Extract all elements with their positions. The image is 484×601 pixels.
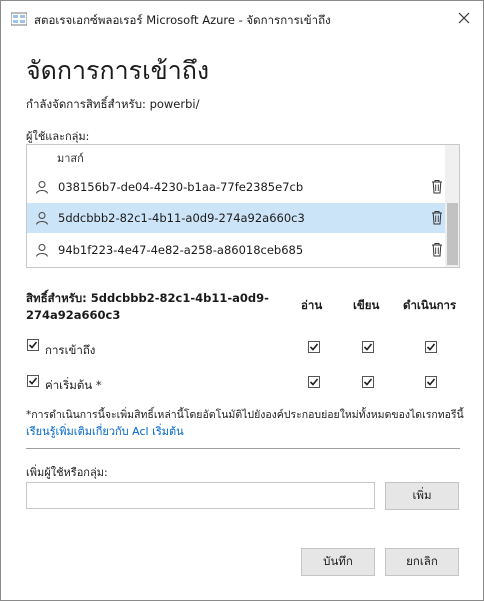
trash-icon[interactable] bbox=[431, 242, 443, 257]
page-title: จัดการการเข้าถึง bbox=[26, 56, 210, 85]
learn-more-link[interactable]: เรียนรู้เพิ่มเติมเกี่ยวกับ Acl เริ่มต้น bbox=[26, 422, 184, 440]
list-item[interactable]: 038156b7-de04-4230-b1aa-77fe2385e7cb bbox=[27, 172, 445, 202]
default-write-checkbox[interactable] bbox=[362, 376, 374, 388]
cancel-button[interactable]: ยกเลิก bbox=[385, 548, 459, 576]
default-label: ค่าเริ่มต้น * bbox=[45, 378, 102, 392]
manage-access-dialog: สตอเรจเอกซ์พลอเรอร์ Microsoft Azure - จั… bbox=[0, 0, 484, 601]
scrollbar-thumb[interactable] bbox=[447, 203, 458, 265]
column-write: เขียน bbox=[353, 298, 380, 312]
checkmark-icon bbox=[28, 341, 38, 349]
access-label: การเข้าถึง bbox=[45, 343, 96, 357]
checkmark-icon bbox=[363, 378, 373, 386]
access-execute-checkbox[interactable] bbox=[425, 341, 437, 353]
checkmark-icon bbox=[28, 377, 38, 385]
user-icon bbox=[35, 243, 49, 257]
user-id: 5ddcbbb2-82c1-4b11-a0d9-274a92a660c3 bbox=[58, 211, 305, 225]
divider bbox=[26, 448, 460, 449]
access-write-checkbox[interactable] bbox=[362, 341, 374, 353]
trash-icon[interactable] bbox=[431, 210, 443, 225]
access-enabled-checkbox[interactable] bbox=[27, 339, 39, 351]
access-read-checkbox[interactable] bbox=[308, 341, 320, 353]
close-icon bbox=[458, 12, 470, 27]
users-list[interactable]: มาสก์ 038156b7-de04-4230-b1aa-77fe2385e7… bbox=[26, 144, 460, 268]
permissions-title: สิทธิ์สำหรับ: 5ddcbbb2-82c1-4b11-a0d9-27… bbox=[26, 291, 269, 322]
list-item-mask[interactable]: มาสก์ bbox=[57, 149, 84, 167]
column-execute: ดำเนินการ bbox=[403, 298, 457, 312]
list-scrollbar[interactable] bbox=[445, 145, 459, 267]
storage-explorer-icon bbox=[10, 12, 28, 26]
add-user-label: เพิ่มผู้ใช้หรือกลุ่ม: bbox=[26, 466, 108, 479]
default-read-checkbox[interactable] bbox=[308, 376, 320, 388]
trash-icon[interactable] bbox=[431, 179, 443, 194]
default-execute-checkbox[interactable] bbox=[425, 376, 437, 388]
user-icon bbox=[35, 180, 49, 194]
default-enabled-checkbox[interactable] bbox=[27, 375, 39, 387]
close-button[interactable] bbox=[449, 5, 479, 33]
checkmark-icon bbox=[426, 343, 436, 351]
managing-path-label: กำลังจัดการสิทธิ์สำหรับ: powerbi/ bbox=[26, 97, 200, 111]
checkmark-icon bbox=[309, 378, 319, 386]
checkmark-icon bbox=[426, 378, 436, 386]
list-item-selected[interactable]: 5ddcbbb2-82c1-4b11-a0d9-274a92a660c3 bbox=[27, 203, 445, 233]
default-acl-note: *การดำเนินการนี้จะเพิ่มสิทธิ์เหล่านี้โดย… bbox=[26, 409, 464, 421]
checkmark-icon bbox=[363, 343, 373, 351]
user-id: 94b1f223-4e47-4e82-a258-a86018ceb685 bbox=[58, 243, 304, 257]
checkmark-icon bbox=[309, 343, 319, 351]
column-read: อ่าน bbox=[301, 298, 323, 312]
save-button[interactable]: บันทึก bbox=[301, 548, 375, 576]
user-icon bbox=[35, 211, 49, 225]
users-groups-label: ผู้ใช้และกลุ่ม: bbox=[26, 130, 90, 143]
add-button[interactable]: เพิ่ม bbox=[385, 482, 459, 510]
user-id: 038156b7-de04-4230-b1aa-77fe2385e7cb bbox=[58, 180, 304, 194]
list-item[interactable]: 94b1f223-4e47-4e82-a258-a86018ceb685 bbox=[27, 235, 445, 265]
title-bar: สตอเรจเอกซ์พลอเรอร์ Microsoft Azure - จั… bbox=[1, 1, 483, 37]
window-title: สตอเรจเอกซ์พลอเรอร์ Microsoft Azure - จั… bbox=[34, 13, 331, 27]
add-user-input[interactable] bbox=[26, 482, 375, 509]
